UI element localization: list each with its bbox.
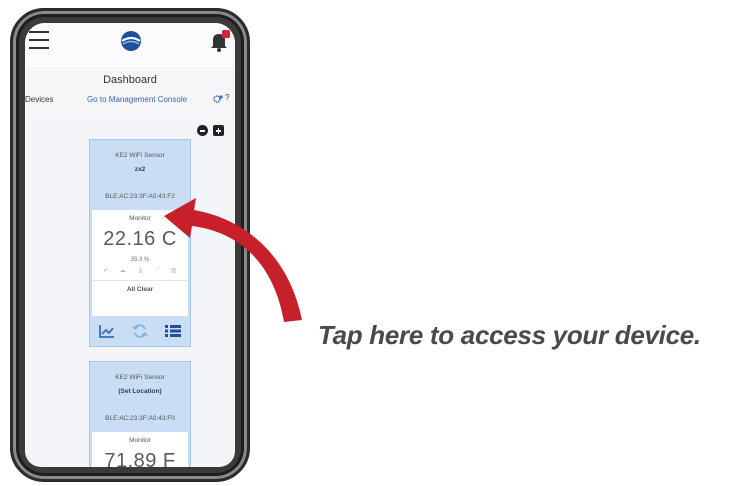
menu-icon[interactable] xyxy=(29,31,49,49)
temperature-reading: 71.89 F xyxy=(104,450,176,467)
subheader: Dashboard Devices Go to Management Conso… xyxy=(25,67,235,117)
device-mac: BLE:AC:23:3F:A0:43:F0 xyxy=(105,415,175,422)
cloud-icon: ☁ xyxy=(119,268,126,274)
management-console-link[interactable]: Go to Management Console xyxy=(87,95,187,104)
page-title: Dashboard xyxy=(103,74,157,86)
devices-link[interactable]: Devices xyxy=(25,95,53,104)
bell-icon[interactable] xyxy=(209,29,231,53)
card-tools xyxy=(197,125,233,137)
logo-icon[interactable] xyxy=(119,29,143,53)
device-card-body[interactable]: Monitor 71.89 F xyxy=(92,432,188,467)
device-mode: Monitor xyxy=(129,437,151,444)
device-card[interactable]: KE2 WiFi Sensor (Set Location) BLE:AC:23… xyxy=(89,361,191,467)
device-name: zx2 xyxy=(134,166,146,173)
minus-icon[interactable] xyxy=(197,125,208,136)
plus-icon[interactable] xyxy=(213,125,224,136)
device-type: KE2 WiFi Sensor xyxy=(115,152,165,159)
gear-icon[interactable] xyxy=(213,94,223,104)
help-icon[interactable]: ? xyxy=(225,93,229,102)
thermometer-icon: 🌡 xyxy=(136,268,145,274)
device-name: (Set Location) xyxy=(118,388,162,395)
device-type: KE2 WiFi Sensor xyxy=(115,374,165,381)
instruction-caption: Tap here to access your device. xyxy=(318,320,701,350)
pointer-arrow xyxy=(164,198,302,322)
check-icon: ✔ xyxy=(103,268,109,274)
chart-icon[interactable] xyxy=(98,324,115,338)
refresh-icon[interactable] xyxy=(132,323,148,339)
top-bar xyxy=(25,23,235,67)
